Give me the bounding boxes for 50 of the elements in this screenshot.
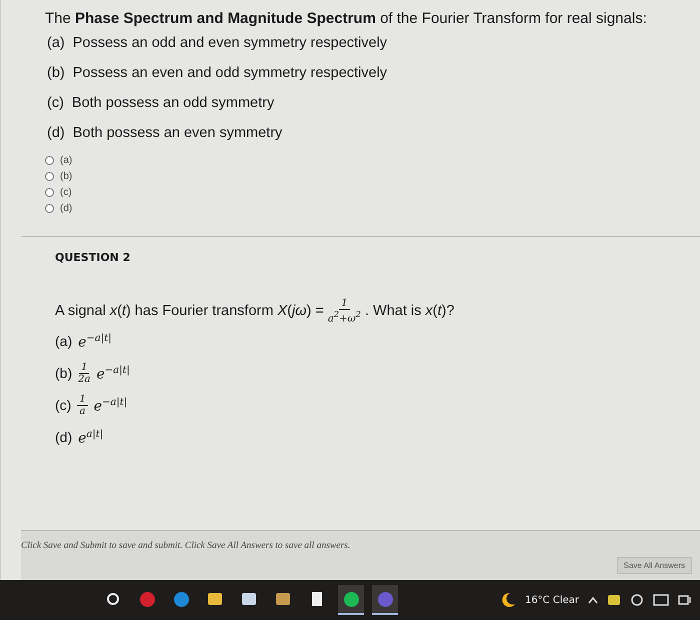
fraction: 1 a$^{2}$+ω$^{2}$: [328, 298, 361, 324]
option-label: (c): [55, 397, 72, 414]
radio-option[interactable]: (b): [45, 171, 72, 182]
radio-icon[interactable]: [45, 172, 54, 181]
option-text: Both possess an even symmetry: [72, 125, 282, 141]
app-icon: [140, 592, 154, 606]
math-expression: e$^{−a|t|}$: [94, 396, 128, 414]
app-icon: [276, 593, 290, 605]
math-expression: e$^{a|t|}$: [78, 428, 104, 446]
chevron-up-icon[interactable]: [588, 596, 598, 604]
radio-icon[interactable]: [45, 156, 54, 165]
math-expression: e$^{−a|t|}$: [78, 332, 112, 350]
option-label: (d): [55, 429, 72, 446]
weather-text: 16°C Clear: [524, 594, 579, 606]
app-icon: [174, 592, 188, 606]
fraction: 1 a: [77, 394, 88, 417]
option-label: (b): [55, 365, 72, 382]
math-expression: e$^{−a|t|}$: [96, 364, 130, 382]
question-text: The Phase Spectrum and Magnitude Spectrum of the Fourier Transform for real signals:: [45, 10, 648, 27]
moon-icon: [500, 592, 516, 608]
option-text: Possess an even and odd symmetry respectively: [72, 65, 388, 81]
tray-icon[interactable]: [630, 593, 644, 607]
radio-icon[interactable]: [45, 188, 54, 197]
option-label: (c): [47, 95, 64, 111]
tray-icon[interactable]: [607, 593, 621, 607]
app-icon: [378, 592, 392, 606]
instructions-text: Click Save and Submit to save and submit. Click Save All Answers to save all answers.: [21, 541, 352, 551]
option-label: (d): [47, 125, 65, 141]
question-heading: QUESTION 2: [55, 251, 132, 264]
radio-icon[interactable]: [45, 204, 54, 213]
option-label: (a): [55, 333, 72, 350]
radio-option[interactable]: (d): [45, 203, 72, 214]
save-all-button[interactable]: Save All Answers: [616, 557, 692, 574]
document-icon: [312, 592, 322, 606]
fraction: 1 2a: [78, 362, 90, 385]
option-label: (a): [47, 35, 65, 51]
radio-option[interactable]: (a): [45, 155, 72, 166]
app-icon: [208, 593, 222, 605]
app-icon: [344, 592, 358, 606]
circle-icon: [107, 593, 119, 605]
question-text: A signal x(t) has Fourier transform X(jω) =: [55, 303, 324, 320]
taskbar-app[interactable]: [338, 585, 364, 615]
app-icon: [242, 593, 256, 605]
taskbar-app[interactable]: [372, 585, 398, 615]
question-text: . What is x(t)?: [364, 303, 454, 320]
radio-option[interactable]: (c): [45, 187, 72, 198]
option-text: Possess an odd and even symmetry respectively: [72, 35, 388, 51]
option-text: Both possess an odd symmetry: [72, 95, 274, 111]
display-icon[interactable]: [653, 593, 669, 607]
option-label: (b): [47, 65, 65, 81]
